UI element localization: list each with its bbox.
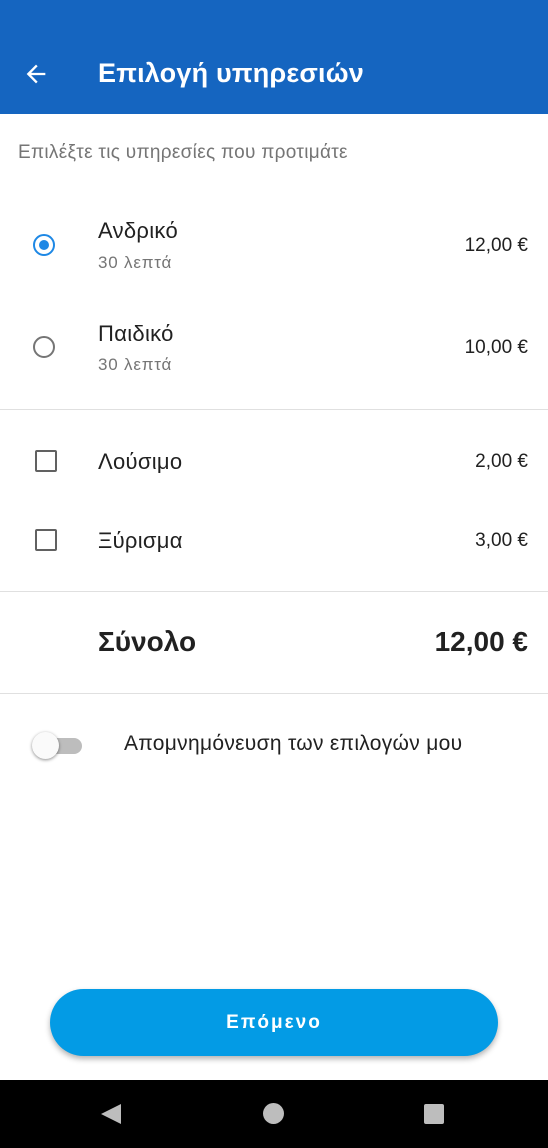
app-bar: Επιλογή υπηρεσιών	[0, 0, 548, 114]
total-value: 12,00 €	[434, 626, 528, 657]
arrow-left-icon	[26, 64, 46, 84]
back-button[interactable]	[14, 50, 58, 98]
radio-selected[interactable]	[33, 234, 55, 256]
service-price: 10,00 €	[464, 337, 528, 358]
total-label: Σύνολο	[98, 626, 197, 657]
divider	[0, 591, 548, 592]
extra-option-xyrisma[interactable]: Ξύρισμα 3,00 €	[0, 509, 548, 571]
extra-price: 3,00 €	[475, 530, 528, 551]
switch-thumb	[32, 732, 59, 759]
remember-label: Απομνημόνευση των επιλογών μου	[124, 732, 463, 755]
next-button[interactable]: Επόμενο	[50, 989, 498, 1056]
service-label: Ανδρικό	[98, 218, 178, 243]
divider	[0, 409, 548, 410]
extra-price: 2,00 €	[475, 451, 528, 472]
service-price: 12,00 €	[464, 235, 528, 256]
instructions-text: Επιλέξτε τις υπηρεσίες που προτιμάτε	[18, 142, 348, 163]
nav-back-icon[interactable]	[101, 1104, 121, 1124]
extra-label: Ξύρισμα	[98, 528, 183, 553]
nav-recents-icon[interactable]	[424, 1104, 444, 1124]
service-duration: 30 λεπτά	[98, 355, 173, 374]
page-title: Επιλογή υπηρεσιών	[98, 58, 364, 88]
extra-option-lousimo[interactable]: Λούσιμο 2,00 €	[0, 430, 548, 492]
service-label: Παιδικό	[98, 321, 174, 346]
nav-home-icon[interactable]	[263, 1103, 284, 1124]
checkbox[interactable]	[35, 450, 57, 472]
next-button-label: Επόμενο	[226, 1011, 322, 1033]
divider	[0, 693, 548, 694]
service-option-andriko[interactable]: Ανδρικό 30 λεπτά 12,00 €	[0, 205, 548, 289]
remember-switch[interactable]	[32, 732, 84, 760]
service-option-paidiko[interactable]: Παιδικό 30 λεπτά 10,00 €	[0, 308, 548, 392]
checkbox[interactable]	[35, 529, 57, 551]
radio-unselected[interactable]	[33, 336, 55, 358]
extra-label: Λούσιμο	[98, 449, 183, 474]
service-duration: 30 λεπτά	[98, 253, 173, 272]
